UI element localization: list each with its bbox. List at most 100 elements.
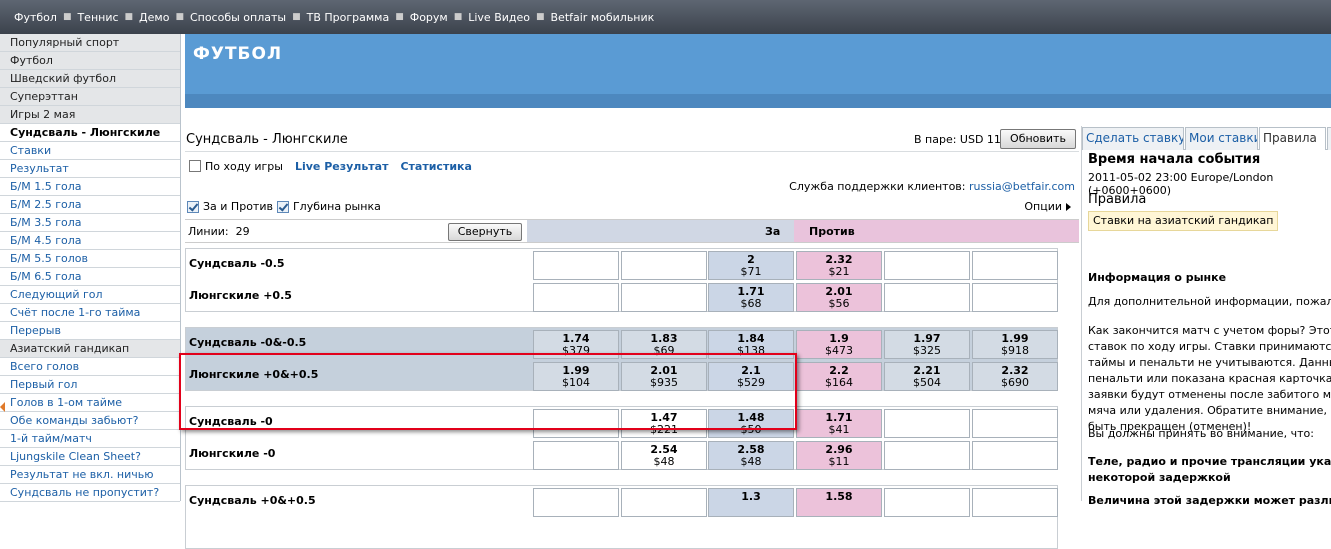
odds-volume: $104 xyxy=(562,376,590,389)
sidebar-item[interactable]: Азиатский гандикап xyxy=(0,340,180,358)
live-results-link[interactable]: Live Результат xyxy=(295,160,389,173)
odds-volume: $473 xyxy=(825,344,853,357)
banner-strip xyxy=(185,94,1331,108)
back-odds-cell[interactable]: 2 $71 xyxy=(708,251,794,280)
lay-odds-cell[interactable]: 2.96 $11 xyxy=(796,441,882,470)
nav-link[interactable]: Демо xyxy=(133,11,175,24)
match-title: Сундсваль - Люнгскиле xyxy=(186,132,348,147)
nav-link[interactable]: Футбол xyxy=(8,11,63,24)
back-odds-cell[interactable]: 1.48 $50 xyxy=(708,409,794,438)
back-odds-cell[interactable]: 1.84 $138 xyxy=(708,330,794,359)
market-depth-checkbox[interactable] xyxy=(276,200,289,213)
lay-odds-cell[interactable] xyxy=(972,409,1058,438)
back-odds-cell[interactable]: 1.47 $221 xyxy=(621,409,707,438)
sidebar-item[interactable]: Следующий гол xyxy=(0,286,180,304)
lay-odds-cell[interactable]: 1.97 $325 xyxy=(884,330,970,359)
back-odds-cell[interactable]: 1.3 xyxy=(708,488,794,517)
back-odds-cell[interactable] xyxy=(533,441,619,470)
sidebar-item[interactable]: Игры 2 мая xyxy=(0,106,180,124)
odds-price: 1.58 xyxy=(825,490,853,503)
lay-odds-cell[interactable] xyxy=(884,441,970,470)
back-odds-cell[interactable]: 1.99 $104 xyxy=(533,362,619,391)
sidebar-item[interactable]: Обе команды забьют? xyxy=(0,412,180,430)
tab-2[interactable]: Правила xyxy=(1259,127,1326,150)
nav-link[interactable]: Форум xyxy=(404,11,454,24)
back-lay-checkbox[interactable] xyxy=(187,200,199,213)
collapse-button[interactable]: Свернуть xyxy=(448,223,522,241)
collapse-arrow-icon[interactable] xyxy=(0,402,5,412)
tab-1[interactable]: Мои ставки xyxy=(1185,127,1258,150)
nav-link[interactable]: Betfair мобильник xyxy=(545,11,661,24)
sidebar-item[interactable]: Первый гол xyxy=(0,376,180,394)
back-odds-cell[interactable]: 2.58 $48 xyxy=(708,441,794,470)
sidebar-item[interactable]: Шведский футбол xyxy=(0,70,180,88)
sidebar-item[interactable]: Ставки xyxy=(0,142,180,160)
nav-link[interactable]: Live Видео xyxy=(462,11,536,24)
back-odds-cell[interactable] xyxy=(533,488,619,517)
nav-link[interactable]: ТВ Программа xyxy=(301,11,396,24)
back-odds-cell[interactable] xyxy=(533,283,619,312)
lay-odds-cell[interactable] xyxy=(972,283,1058,312)
sidebar-item[interactable]: Голов в 1-ом тайме xyxy=(0,394,180,412)
sidebar-item[interactable]: Суперэттан xyxy=(0,88,180,106)
inplay-label: По ходу игры xyxy=(205,159,283,173)
lay-odds-cell[interactable]: 1.99 $918 xyxy=(972,330,1058,359)
lay-odds-cell[interactable]: 2.32 $690 xyxy=(972,362,1058,391)
sidebar-item[interactable]: Счёт после 1-го тайма xyxy=(0,304,180,322)
odds-volume: $41 xyxy=(828,423,850,436)
back-odds-cell[interactable]: 2.01 $935 xyxy=(621,362,707,391)
odds-price: 1.3 xyxy=(741,490,761,503)
lay-odds-cell[interactable] xyxy=(884,409,970,438)
lay-odds-cell[interactable] xyxy=(884,488,970,517)
sidebar-item[interactable]: Б/М 1.5 гола xyxy=(0,178,180,196)
lay-odds-cell[interactable] xyxy=(884,283,970,312)
back-odds-cell[interactable] xyxy=(533,409,619,438)
refresh-button[interactable]: Обновить xyxy=(1000,129,1076,149)
sidebar-item[interactable]: Результат не вкл. ничью xyxy=(0,466,180,484)
lay-odds-cell[interactable]: 1.58 xyxy=(796,488,882,517)
sidebar-item[interactable]: Сундсваль не пропустит? xyxy=(0,484,180,502)
market-block: Сундсваль -0&-0.5 1.74 $379 1.83 $69 1.84 $138… xyxy=(185,327,1058,391)
sidebar-item[interactable]: Результат xyxy=(0,160,180,178)
lay-odds-cell[interactable]: 2.32 $21 xyxy=(796,251,882,280)
back-odds-cell[interactable] xyxy=(533,251,619,280)
sidebar-item[interactable]: Б/М 2.5 гола xyxy=(0,196,180,214)
lay-odds-cell[interactable] xyxy=(972,441,1058,470)
lay-odds-cell[interactable]: 1.9 $473 xyxy=(796,330,882,359)
support-email-link[interactable]: russia@betfair.com xyxy=(969,180,1075,193)
runner-row: Сундсваль -0&-0.5 1.74 $379 1.83 $69 1.84 $138… xyxy=(186,328,1058,359)
rules-title: Правила xyxy=(1088,192,1147,207)
nav-link[interactable]: Теннис xyxy=(71,11,124,24)
options-menu[interactable]: Опции xyxy=(1024,200,1071,213)
sidebar-item[interactable]: Всего голов xyxy=(0,358,180,376)
nav-link[interactable]: Способы оплаты xyxy=(184,11,292,24)
inplay-checkbox[interactable] xyxy=(189,160,201,172)
back-odds-cell[interactable]: 1.71 $68 xyxy=(708,283,794,312)
sidebar-item[interactable]: 1-й тайм/матч xyxy=(0,430,180,448)
back-odds-cell[interactable] xyxy=(621,488,707,517)
lay-odds-cell[interactable]: 1.71 $41 xyxy=(796,409,882,438)
tab-0[interactable]: Сделать ставку xyxy=(1082,127,1184,150)
lay-odds-cell[interactable]: 2.2 $164 xyxy=(796,362,882,391)
sidebar-item[interactable]: Б/М 3.5 гола xyxy=(0,214,180,232)
lay-odds-cell[interactable] xyxy=(972,488,1058,517)
back-odds-cell[interactable]: 1.83 $69 xyxy=(621,330,707,359)
back-odds-cell[interactable]: 2.54 $48 xyxy=(621,441,707,470)
back-odds-cell[interactable] xyxy=(621,283,707,312)
sidebar-item[interactable]: Б/М 5.5 голов xyxy=(0,250,180,268)
lay-odds-cell[interactable]: 2.21 $504 xyxy=(884,362,970,391)
lay-odds-cell[interactable]: 2.01 $56 xyxy=(796,283,882,312)
back-odds-cell[interactable] xyxy=(621,251,707,280)
back-odds-cell[interactable]: 2.1 $529 xyxy=(708,362,794,391)
lay-odds-cell[interactable] xyxy=(884,251,970,280)
tab-3[interactable]: Г xyxy=(1327,127,1331,150)
statistics-link[interactable]: Статистика xyxy=(400,160,471,173)
sidebar-item[interactable]: Популярный спорт xyxy=(0,34,180,52)
sidebar-item[interactable]: Б/М 4.5 гола xyxy=(0,232,180,250)
sidebar-item[interactable]: Б/М 6.5 гола xyxy=(0,268,180,286)
back-odds-cell[interactable]: 1.74 $379 xyxy=(533,330,619,359)
sidebar-item[interactable]: Футбол xyxy=(0,52,180,70)
lay-odds-cell[interactable] xyxy=(972,251,1058,280)
sidebar-item[interactable]: Ljungskile Clean Sheet? xyxy=(0,448,180,466)
sidebar-item[interactable]: Перерыв xyxy=(0,322,180,340)
